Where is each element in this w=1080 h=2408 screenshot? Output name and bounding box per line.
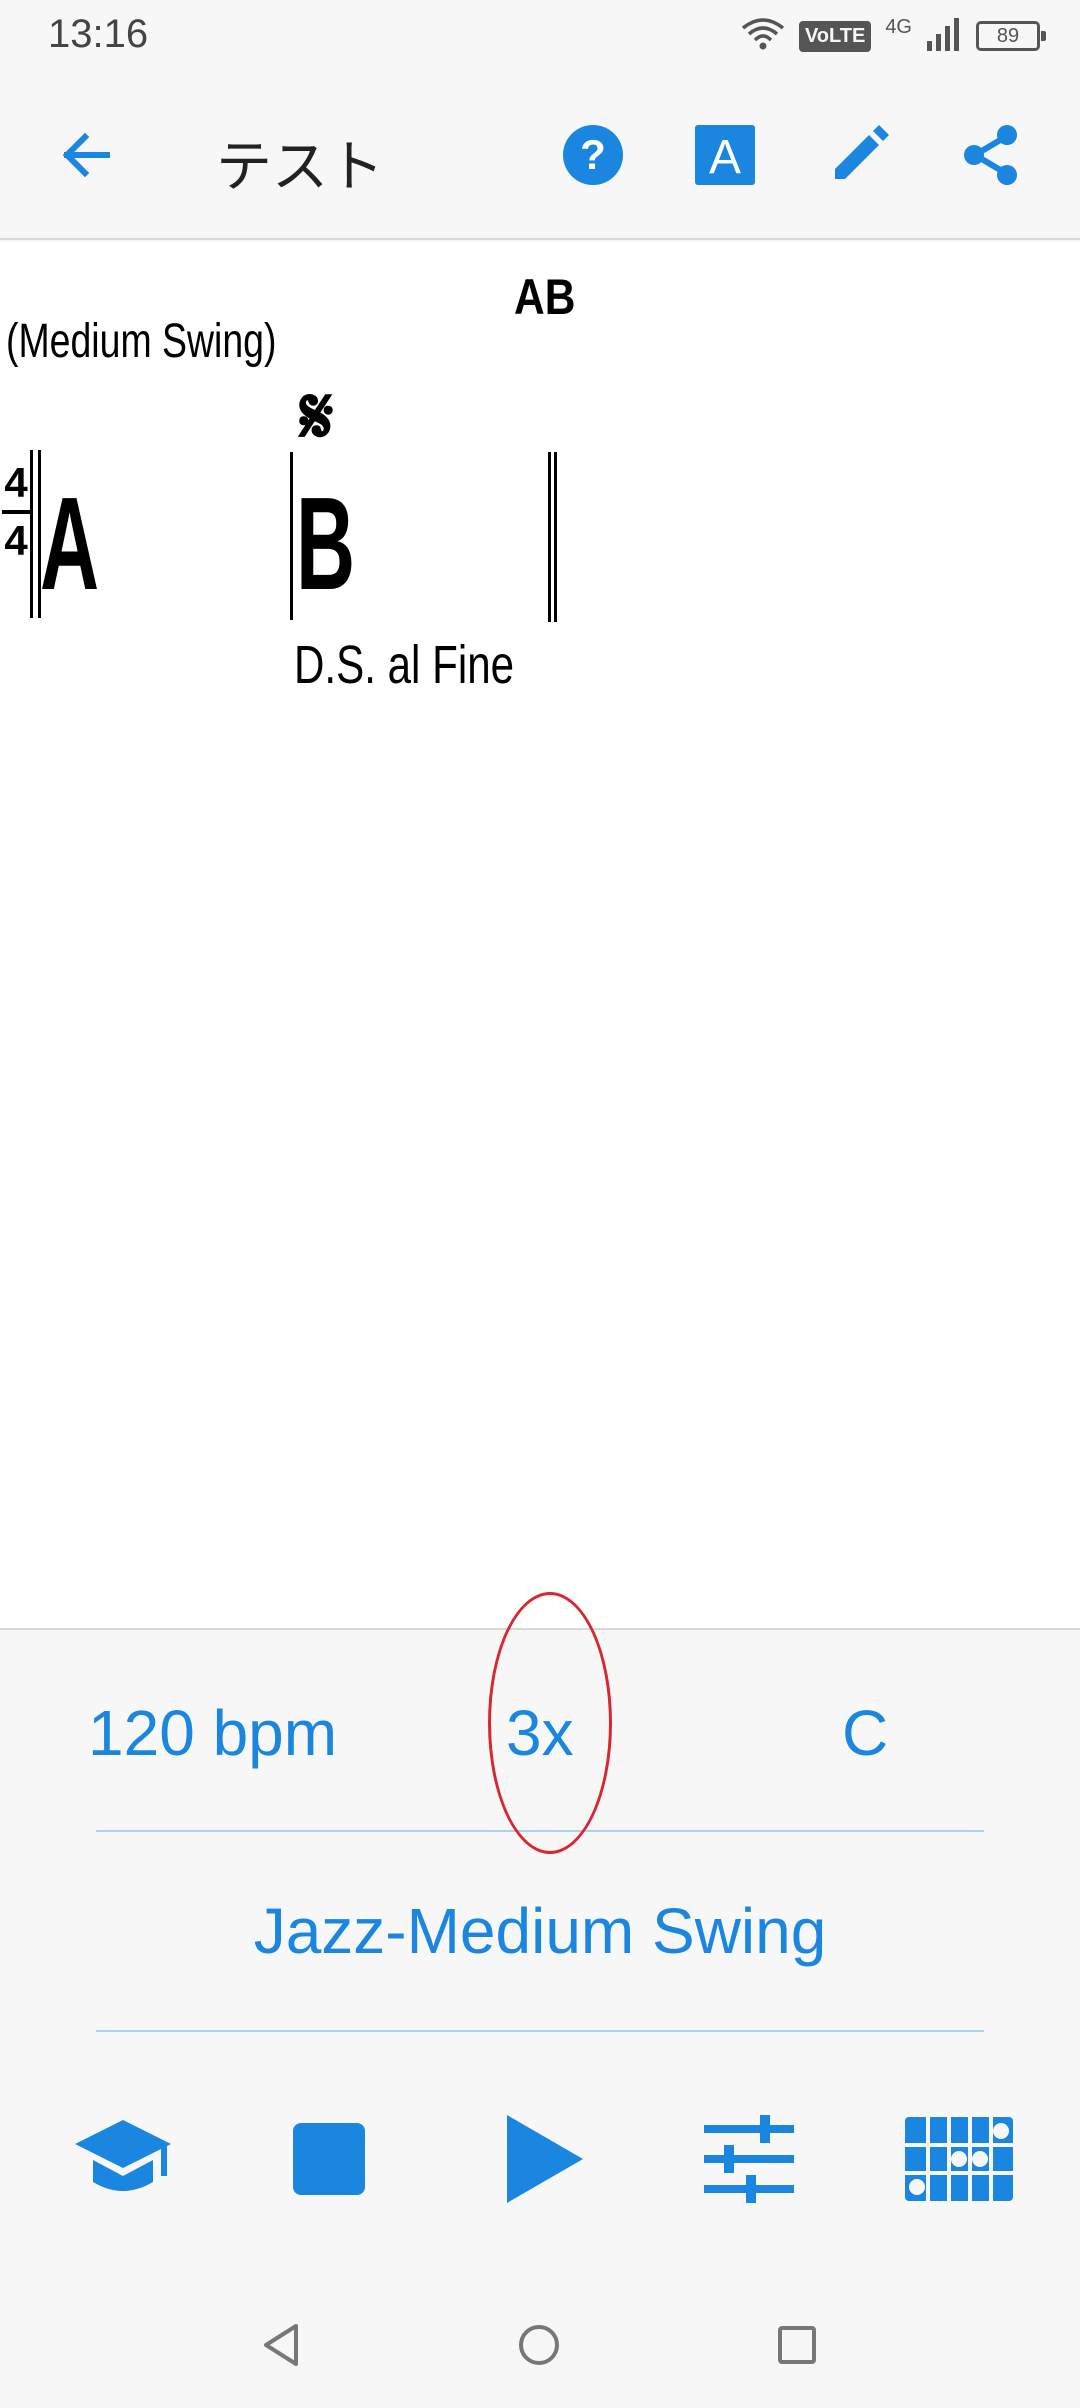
chart-title: AB <box>514 269 576 325</box>
status-icons: VoLTE 4G 89 <box>741 14 1046 58</box>
edit-pencil-icon[interactable] <box>824 120 894 190</box>
nav-recents-icon[interactable] <box>762 2310 832 2380</box>
ds-al-fine-label: D.S. al Fine <box>294 635 515 695</box>
time-sig-top: 4 <box>4 459 28 506</box>
start-barline-thin <box>30 450 33 618</box>
final-barline <box>554 452 557 622</box>
play-icon[interactable] <box>490 2104 600 2214</box>
battery-icon: 89 <box>976 21 1046 51</box>
chord-grid-icon[interactable] <box>904 2104 1014 2214</box>
wifi-icon <box>741 16 785 56</box>
section-label-a: A <box>40 470 100 617</box>
time-sig-bottom: 4 <box>4 517 28 564</box>
font-a-icon[interactable]: A <box>690 120 760 190</box>
volte-icon: VoLTE <box>798 20 872 52</box>
divider <box>96 2030 984 2032</box>
highlight-circle <box>488 1592 612 1854</box>
mixer-sliders-icon[interactable] <box>694 2104 804 2214</box>
style-label: (Medium Swing) <box>6 315 277 368</box>
svg-text:?: ? <box>580 131 606 178</box>
system-nav-bar <box>0 2284 1080 2408</box>
final-barline <box>548 452 551 622</box>
section-label-b: B <box>296 470 356 617</box>
segno-icon: 𝄋 <box>300 371 334 462</box>
time-signature: 4 4 <box>2 458 30 566</box>
font-a-letter: A <box>709 131 741 184</box>
nav-back-icon[interactable] <box>246 2310 316 2380</box>
key-button[interactable]: C <box>842 1696 888 1770</box>
share-icon[interactable] <box>956 120 1026 190</box>
network-type: 4G <box>885 16 912 38</box>
signal-icon <box>926 17 962 55</box>
nav-home-icon[interactable] <box>504 2310 574 2380</box>
style-button[interactable]: Jazz-Medium Swing <box>0 1894 1080 1968</box>
help-icon[interactable]: ? <box>558 120 628 190</box>
stop-icon[interactable] <box>274 2104 384 2214</box>
app-bar: テスト ? A <box>0 72 1080 240</box>
tempo-button[interactable]: 120 bpm <box>88 1696 337 1770</box>
status-bar: 13:16 VoLTE 4G 89 <box>0 0 1080 72</box>
chord-chart[interactable]: AB (Medium Swing) 4 4 A 𝄋 B D.S. al Fine <box>0 242 1080 1630</box>
status-time: 13:16 <box>48 12 149 56</box>
time-sig-line <box>2 510 30 514</box>
page-title: テスト <box>216 135 384 200</box>
learn-cap-icon[interactable] <box>68 2104 178 2214</box>
back-arrow-icon[interactable] <box>52 122 118 188</box>
section-barline <box>290 452 293 620</box>
